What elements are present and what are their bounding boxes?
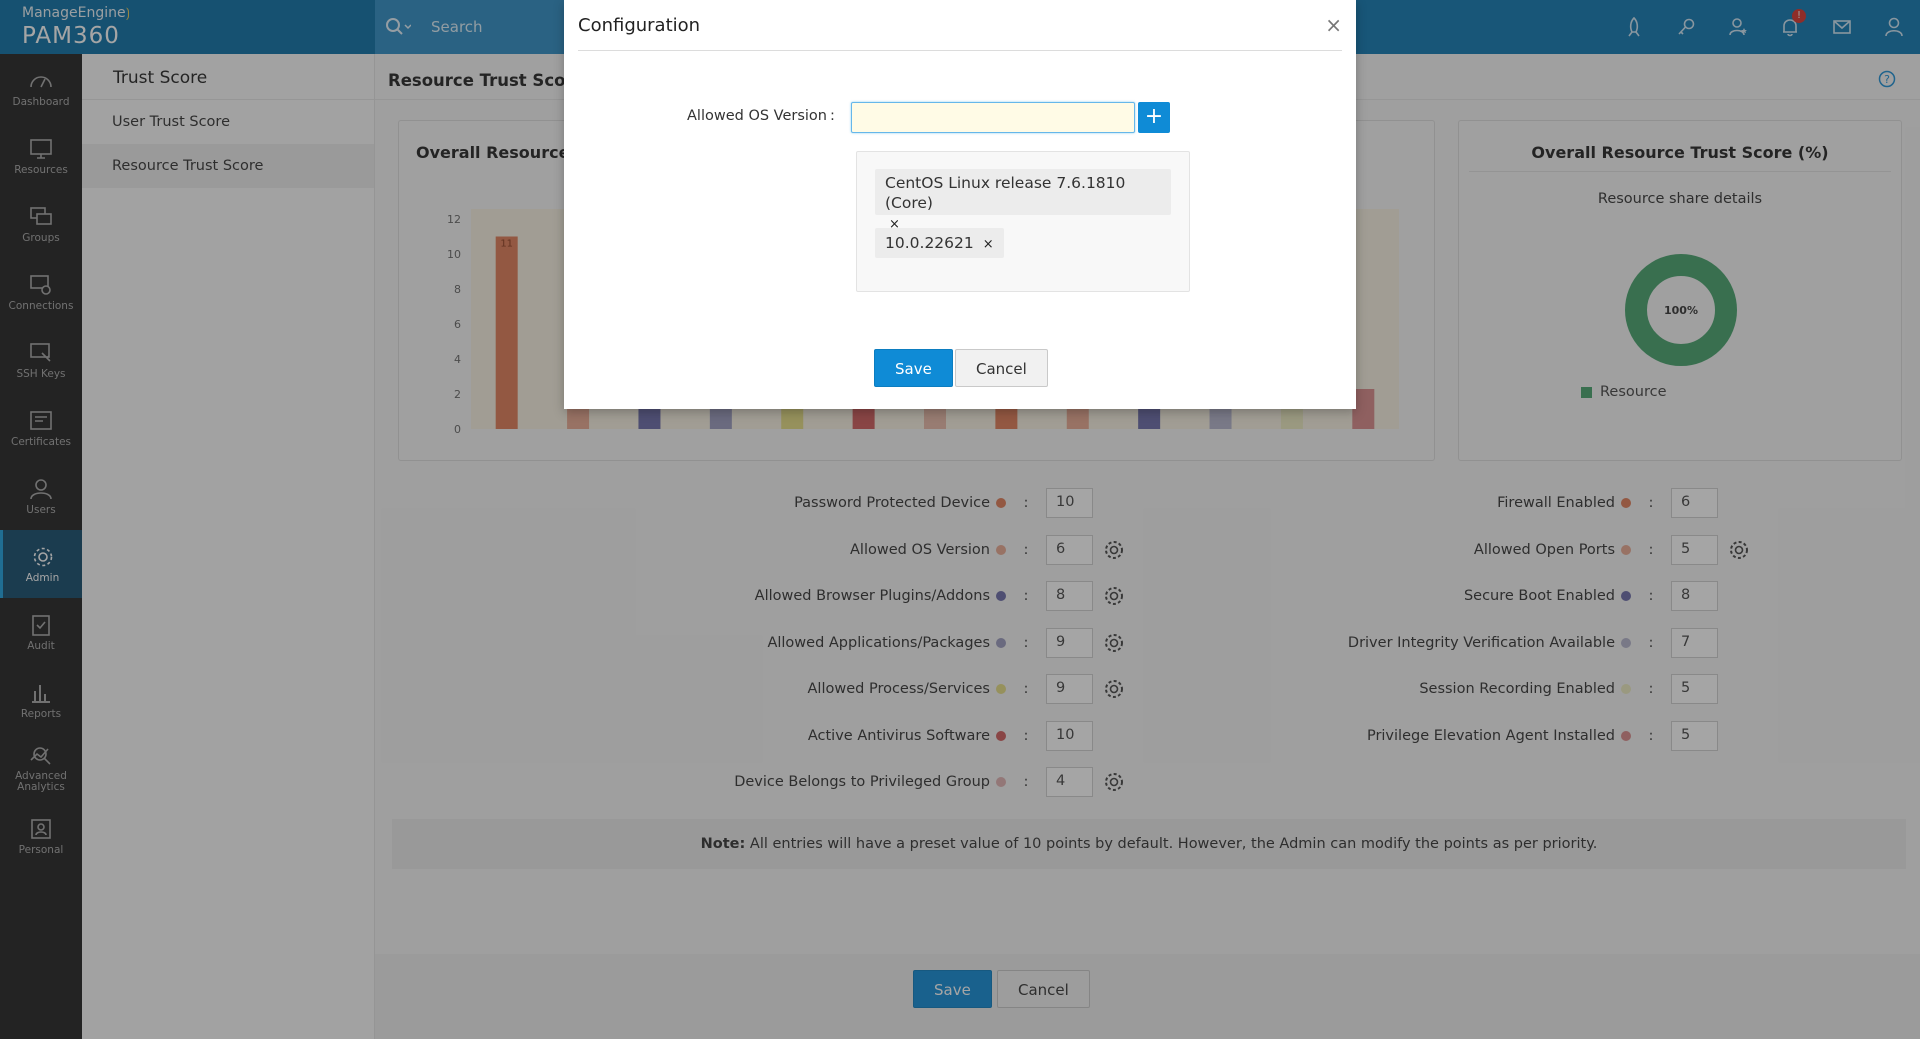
dialog-title: Configuration bbox=[578, 14, 701, 36]
os-version-tag: CentOS Linux release 7.6.1810 (Core) × bbox=[875, 169, 1171, 232]
configuration-dialog: Configuration × Allowed OS Version : + C… bbox=[564, 0, 1356, 409]
tag-label: 10.0.22621 bbox=[885, 234, 974, 252]
field-colon: : bbox=[830, 108, 835, 124]
allowed-os-version-label: Allowed OS Version bbox=[687, 108, 827, 124]
close-icon[interactable]: × bbox=[1325, 15, 1342, 35]
tag-label: CentOS Linux release 7.6.1810 (Core) bbox=[885, 174, 1126, 212]
remove-tag-icon[interactable]: × bbox=[983, 237, 994, 252]
os-version-tag: 10.0.22621 × bbox=[875, 228, 1004, 258]
os-version-tag-list: CentOS Linux release 7.6.1810 (Core) × 1… bbox=[856, 151, 1190, 292]
allowed-os-version-input[interactable] bbox=[851, 102, 1135, 133]
add-os-version-button[interactable]: + bbox=[1138, 102, 1170, 133]
dialog-save-button[interactable]: Save bbox=[874, 349, 953, 387]
dialog-cancel-button[interactable]: Cancel bbox=[955, 349, 1048, 387]
